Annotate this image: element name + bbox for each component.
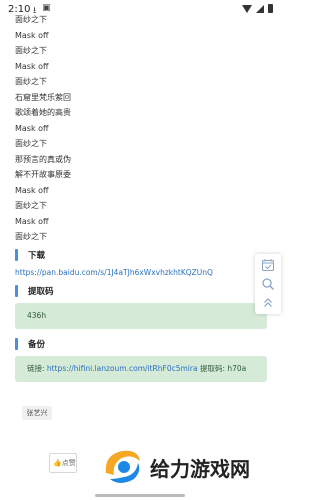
lyric-line: Mask off	[15, 30, 49, 40]
lyric-line: 解不开故事原委	[15, 170, 71, 179]
extract-code-heading-title: 提取码	[28, 287, 54, 297]
backup-box: 链接: https://hifini.lanzoum.com/itRhF0c5m…	[15, 356, 267, 382]
backup-heading: 备份	[15, 338, 45, 350]
thumbs-up-icon: 👍	[53, 459, 62, 467]
section-accent-bar	[15, 285, 18, 297]
floating-tools	[255, 254, 281, 314]
watermark-text: 给力游戏网	[150, 456, 250, 481]
lyric-line: Mask off	[15, 61, 49, 71]
lyric-line: Mask off	[15, 123, 49, 133]
lyric-line: Mask off	[15, 216, 49, 226]
section-accent-bar	[15, 338, 18, 350]
lyric-line: 那预言的真或伪	[15, 154, 71, 164]
wifi-icon	[242, 4, 252, 13]
lyric-line: 面纱之下	[15, 46, 47, 55]
lyric-line: 面纱之下	[15, 139, 47, 148]
watermark-logo: 给力游戏网	[100, 445, 250, 489]
section-accent-bar	[15, 249, 18, 261]
backup-prefix: 链接:	[27, 364, 47, 373]
gesture-handle[interactable]	[95, 494, 185, 497]
backup-heading-title: 备份	[28, 340, 46, 350]
extract-code-heading: 提取码	[15, 285, 54, 297]
search-icon[interactable]	[261, 277, 275, 291]
watermark-emblem-icon	[105, 450, 140, 483]
like-button[interactable]: 👍 点赞	[49, 453, 77, 473]
lyric-line: 石窟里梵乐萦回	[15, 92, 71, 102]
extract-code-value: 436h	[27, 311, 47, 320]
lyrics-list: 面纱之下 Mask off 面纱之下 Mask off 面纱之下 石窟里梵乐萦回…	[15, 12, 71, 245]
backup-link[interactable]: https://hifini.lanzoum.com/itRhF0c5mira	[47, 364, 198, 373]
backup-suffix: 提取码: h70a	[197, 364, 247, 373]
like-button-label: 点赞	[61, 459, 76, 467]
download-link[interactable]: https://pan.baidu.com/s/1J4aTJh6xWxvhzkh…	[15, 268, 213, 277]
extract-code-box: 436h	[15, 303, 267, 329]
lyric-line: 面纱之下	[15, 201, 47, 210]
download-heading-title: 下载	[28, 251, 46, 261]
double-chevron-up-icon[interactable]	[261, 296, 275, 310]
battery-icon	[268, 4, 273, 13]
calendar-check-icon[interactable]	[261, 258, 275, 272]
signal-icon	[256, 4, 264, 13]
lyric-line: 面纱之下	[15, 232, 47, 241]
download-heading: 下载	[15, 249, 45, 261]
lyric-line: 面纱之下	[15, 15, 47, 24]
artist-tag[interactable]: 张艺兴	[22, 406, 52, 420]
lyric-line: 面纱之下	[15, 77, 47, 86]
lyric-line: Mask off	[15, 185, 49, 195]
lyric-line: 歌颂着她的高贵	[15, 108, 71, 117]
